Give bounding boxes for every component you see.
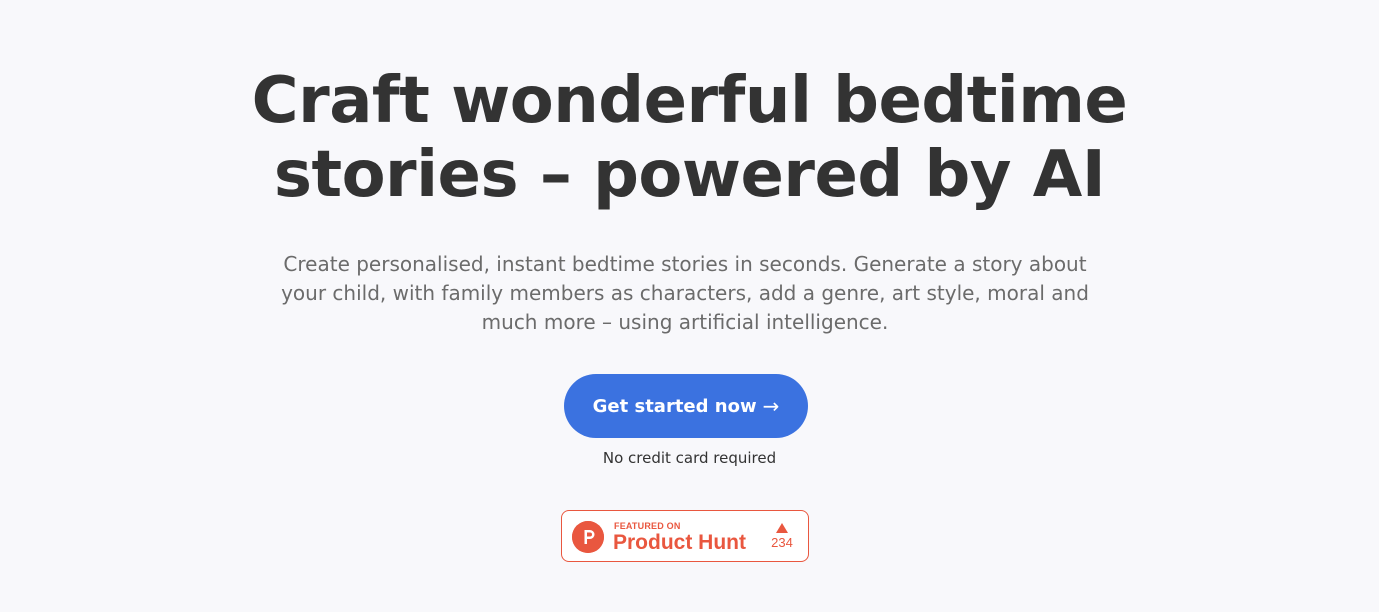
hero-subtitle: Create personalised, instant bedtime sto…: [270, 250, 1100, 337]
product-hunt-name: Product Hunt: [613, 531, 746, 554]
product-hunt-featured-label: FEATURED ON: [614, 521, 681, 531]
product-hunt-badge[interactable]: FEATURED ON Product Hunt 234: [561, 510, 809, 562]
subtitle-line-2: your child, with family members as chara…: [281, 281, 1089, 305]
product-hunt-votes: 234: [766, 519, 798, 551]
subtitle-line-1: Create personalised, instant bedtime sto…: [283, 252, 1087, 276]
no-credit-card-note: No credit card required: [602, 449, 777, 467]
subtitle-line-3: much more – using artificial intelligenc…: [481, 310, 889, 334]
headline-line-1: Craft wonderful bedtime: [251, 64, 1128, 138]
get-started-label: Get started now: [592, 395, 757, 417]
product-hunt-vote-count: 234: [771, 535, 793, 550]
get-started-button[interactable]: Get started now →: [564, 374, 808, 438]
upvote-triangle-icon: [776, 523, 788, 533]
product-hunt-logo-icon: [572, 521, 604, 553]
arrow-right-icon: →: [762, 394, 780, 418]
hero-section: Craft wonderful bedtime stories – powere…: [0, 0, 1379, 612]
hero-headline: Craft wonderful bedtime stories – powere…: [0, 64, 1379, 212]
headline-line-2: stories – powered by AI: [273, 138, 1106, 212]
